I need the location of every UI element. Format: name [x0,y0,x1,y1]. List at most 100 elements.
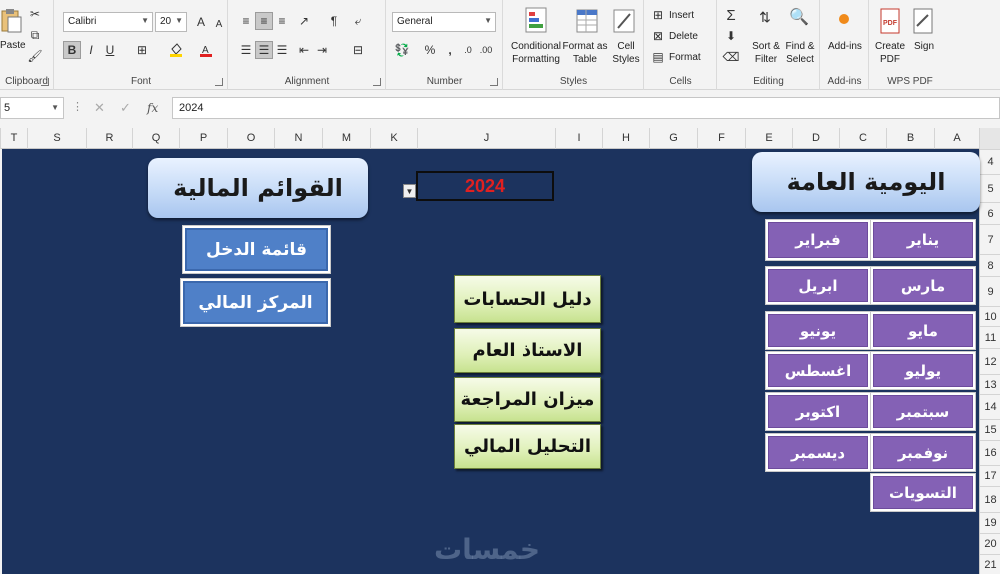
fill-icon[interactable]: ⬇ [722,27,740,45]
align-left-icon[interactable]: ☰ [237,41,255,59]
row-header[interactable]: 15 [980,419,1000,440]
create-pdf-button[interactable]: Create PDF [874,40,906,66]
formula-input[interactable]: 2024 [172,97,1000,119]
column-header[interactable]: J [417,128,555,149]
month-button-oct[interactable]: اكتوبر [765,392,871,431]
number-launcher-icon[interactable] [490,78,498,86]
month-button-jan[interactable]: يناير [870,219,976,261]
wrap-text-icon[interactable]: ⤶ [349,12,367,30]
row-header[interactable]: 19 [980,512,1000,533]
month-button-aug[interactable]: اغسطس [765,351,871,390]
row-header[interactable]: 6 [980,202,1000,224]
financial-analysis-button[interactable]: التحليل المالي [454,424,601,469]
addins-button[interactable]: Add-ins [828,41,862,52]
bold-button[interactable]: B [63,41,81,59]
select-all-corner[interactable] [979,128,1000,149]
format-icon[interactable]: ▤ [649,48,667,66]
month-button-jul[interactable]: يوليو [870,351,976,390]
italic-button[interactable]: I [82,41,100,59]
row-header[interactable]: 18 [980,486,1000,512]
comma-button[interactable]: , [441,41,459,59]
conditional-formatting-button[interactable]: Conditional Formatting [507,40,565,66]
percent-button[interactable]: % [421,41,439,59]
column-header[interactable]: I [555,128,602,149]
trial-balance-button[interactable]: ميزان المراجعة [454,377,601,422]
column-header[interactable]: C [839,128,886,149]
row-header[interactable]: 16 [980,440,1000,465]
general-ledger-button[interactable]: الاستاذ العام [454,328,601,373]
delete-icon[interactable]: ⊠ [649,27,667,45]
fill-color-icon[interactable] [167,41,185,59]
sort-filter-button[interactable]: Sort & Filter [748,40,784,66]
sign-icon[interactable] [912,8,934,34]
create-pdf-icon[interactable]: PDF [879,8,901,34]
column-header[interactable]: M [322,128,370,149]
format-as-table-button[interactable]: Format as Table [562,40,608,66]
adjustments-button[interactable]: التسويات [870,473,976,512]
underline-button[interactable]: U [101,41,119,59]
grow-font-button[interactable]: A [192,13,210,31]
row-header[interactable]: 4 [980,149,1000,174]
delete-button[interactable]: Delete [669,31,698,42]
column-header[interactable]: H [602,128,649,149]
font-size-select[interactable]: 20 ▼ [155,12,187,32]
column-header[interactable]: O [227,128,274,149]
row-header[interactable]: 17 [980,465,1000,486]
column-header[interactable]: P [179,128,227,149]
insert-icon[interactable]: ⊞ [649,6,667,24]
column-header[interactable]: R [86,128,132,149]
income-statement-button[interactable]: قائمة الدخل [182,225,331,274]
row-header[interactable]: 14 [980,394,1000,419]
column-header[interactable]: A [934,128,979,149]
sign-button[interactable]: Sign [914,41,934,52]
align-center-icon[interactable]: ☰ [255,41,273,59]
month-button-apr[interactable]: ابريل [765,266,871,305]
column-header[interactable]: F [697,128,745,149]
month-button-jun[interactable]: يونيو [765,311,871,350]
row-header[interactable]: 20 [980,533,1000,554]
row-header[interactable]: 13 [980,374,1000,394]
number-format-select[interactable]: General ▼ [392,12,496,32]
font-launcher-icon[interactable] [215,78,223,86]
cut-icon[interactable]: ✂ [26,5,44,23]
row-header[interactable]: 21 [980,554,1000,574]
month-button-dec[interactable]: ديسمبر [765,433,871,472]
addins-icon[interactable] [839,14,849,24]
format-as-table-icon[interactable] [575,6,599,36]
column-header[interactable]: E [745,128,792,149]
column-header[interactable]: K [370,128,417,149]
cancel-icon[interactable]: ✕ [94,100,105,116]
month-button-feb[interactable]: فبراير [765,219,871,261]
font-color-icon[interactable]: A [197,41,215,59]
column-header[interactable]: T [0,128,27,149]
column-header[interactable]: D [792,128,839,149]
alignment-launcher-icon[interactable] [373,78,381,86]
row-header[interactable]: 10 [980,306,1000,326]
shrink-font-button[interactable]: A [210,15,228,33]
financial-position-button[interactable]: المركز المالي [180,278,331,327]
format-painter-icon[interactable]: 🖌 [26,47,44,65]
find-select-button[interactable]: Find & Select [782,40,818,66]
paste-label[interactable]: Paste [0,40,26,51]
column-header[interactable]: S [27,128,86,149]
sort-filter-icon[interactable]: ⇅ [756,8,774,26]
month-button-sep[interactable]: سبتمبر [870,392,976,431]
cell-styles-icon[interactable] [612,6,636,36]
cell-styles-button[interactable]: Cell Styles [608,40,644,66]
conditional-formatting-icon[interactable] [524,6,548,36]
clear-icon[interactable]: ⌫ [722,48,740,66]
align-bottom-icon[interactable]: ≡ [273,12,291,30]
month-button-may[interactable]: مايو [870,311,976,350]
row-header[interactable]: 11 [980,326,1000,348]
align-top-icon[interactable]: ≡ [237,12,255,30]
chart-of-accounts-button[interactable]: دليل الحسابات [454,275,601,323]
row-header[interactable]: 7 [980,224,1000,254]
enter-icon[interactable]: ✓ [120,100,131,116]
indent-increase-icon[interactable]: ⇥ [313,41,331,59]
borders-icon[interactable]: ⊞ [133,41,151,59]
clipboard-launcher-icon[interactable] [41,78,49,86]
month-button-nov[interactable]: نوفمبر [870,433,976,472]
row-header[interactable]: 8 [980,254,1000,276]
row-header[interactable]: 5 [980,174,1000,202]
indent-decrease-icon[interactable]: ⇤ [295,41,313,59]
